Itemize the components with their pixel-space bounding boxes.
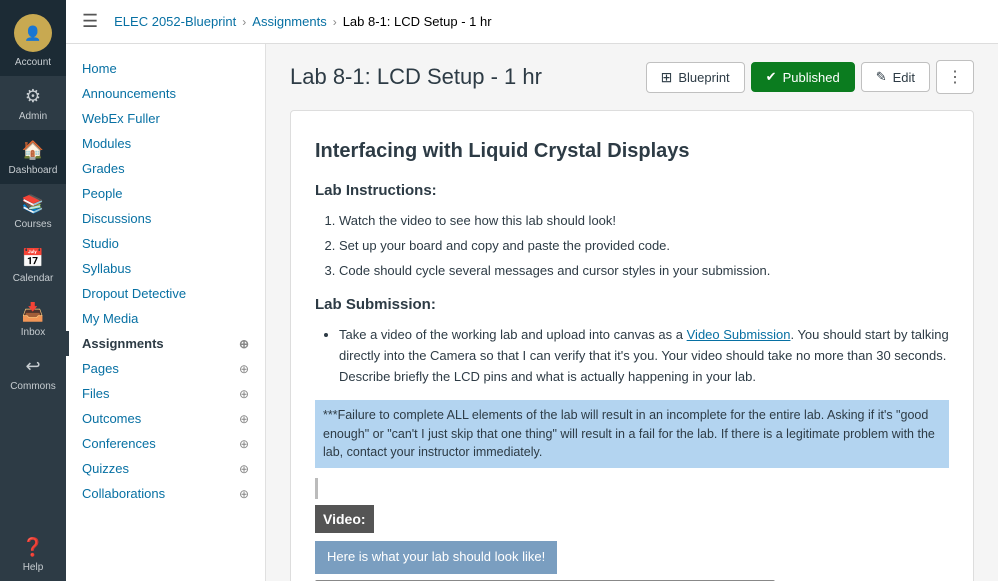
dashboard-icon: 🏠 xyxy=(21,138,45,162)
lab-step-2: Set up your board and copy and paste the… xyxy=(339,236,949,257)
edit-icon: ✎ xyxy=(876,69,887,85)
breadcrumb-sep-1: › xyxy=(242,15,246,29)
sidebar-label-account: Account xyxy=(15,57,51,68)
hamburger-icon[interactable]: ☰ xyxy=(82,11,98,32)
files-blueprint-icon: ⊕ xyxy=(239,387,249,401)
lab-step-1: Watch the video to see how this lab shou… xyxy=(339,211,949,232)
sidebar-item-account[interactable]: 👤 Account xyxy=(0,0,66,76)
nav-grades[interactable]: Grades xyxy=(66,156,265,181)
quizzes-blueprint-icon: ⊕ xyxy=(239,462,249,476)
outcomes-blueprint-icon: ⊕ xyxy=(239,412,249,426)
video-caption: Here is what your lab should look like! xyxy=(315,541,557,574)
video-submission-link[interactable]: Video Submission xyxy=(687,327,791,342)
nav-files[interactable]: Files ⊕ xyxy=(66,381,265,406)
video-section: Video: Here is what your lab should look… xyxy=(315,505,949,581)
breadcrumb-current: Lab 8-1: LCD Setup - 1 hr xyxy=(343,14,492,29)
breadcrumb: ELEC 2052-Blueprint › Assignments › Lab … xyxy=(114,14,491,29)
check-icon: ✔ xyxy=(766,69,777,85)
sidebar-label-help: Help xyxy=(23,562,44,573)
ellipsis-icon: ⋮ xyxy=(947,69,963,86)
content-wrapper: Home Announcements WebEx Fuller Modules … xyxy=(66,44,998,581)
sidebar-item-admin[interactable]: ⚙ Admin xyxy=(0,76,66,130)
content-card: Interfacing with Liquid Crystal Displays… xyxy=(290,110,974,581)
nav-collaborations[interactable]: Collaborations ⊕ xyxy=(66,481,265,506)
page-header: Lab 8-1: LCD Setup - 1 hr ⊞ Blueprint ✔ … xyxy=(290,60,974,94)
breadcrumb-sep-2: › xyxy=(333,15,337,29)
sidebar-item-calendar[interactable]: 📅 Calendar xyxy=(0,238,66,292)
pages-blueprint-icon: ⊕ xyxy=(239,362,249,376)
edit-button[interactable]: ✎ Edit xyxy=(861,62,930,92)
content-heading: Interfacing with Liquid Crystal Displays xyxy=(315,135,949,167)
blueprint-button[interactable]: ⊞ Blueprint xyxy=(646,62,745,93)
assignments-blueprint-icon: ⊕ xyxy=(239,337,249,351)
more-options-button[interactable]: ⋮ xyxy=(936,60,974,94)
breadcrumb-course[interactable]: ELEC 2052-Blueprint xyxy=(114,14,236,29)
nav-home[interactable]: Home xyxy=(66,56,265,81)
lab-submission-label: Lab Submission: xyxy=(315,293,949,317)
video-label: Video: xyxy=(315,505,374,533)
nav-dropout[interactable]: Dropout Detective xyxy=(66,281,265,306)
main-area: ☰ ELEC 2052-Blueprint › Assignments › La… xyxy=(66,0,998,581)
commons-icon: ↩ xyxy=(21,354,45,378)
top-nav: ☰ ELEC 2052-Blueprint › Assignments › La… xyxy=(66,0,998,44)
lab-instructions-label: Lab Instructions: xyxy=(315,179,949,203)
nav-assignments[interactable]: Assignments ⊕ xyxy=(66,331,265,356)
nav-syllabus[interactable]: Syllabus xyxy=(66,256,265,281)
nav-webex[interactable]: WebEx Fuller xyxy=(66,106,265,131)
sidebar-label-inbox: Inbox xyxy=(21,327,45,338)
help-icon: ❓ xyxy=(21,535,45,559)
sidebar-item-commons[interactable]: ↩ Commons xyxy=(0,346,66,400)
header-actions: ⊞ Blueprint ✔ Published ✎ Edit ⋮ xyxy=(646,60,974,94)
nav-quizzes[interactable]: Quizzes ⊕ xyxy=(66,456,265,481)
left-nav: Home Announcements WebEx Fuller Modules … xyxy=(66,44,266,581)
breadcrumb-section[interactable]: Assignments xyxy=(252,14,326,29)
nav-announcements[interactable]: Announcements xyxy=(66,81,265,106)
collaborations-blueprint-icon: ⊕ xyxy=(239,487,249,501)
cursor-block xyxy=(315,478,949,499)
nav-mymedia[interactable]: My Media xyxy=(66,306,265,331)
nav-conferences[interactable]: Conferences ⊕ xyxy=(66,431,265,456)
submission-item: Take a video of the working lab and uplo… xyxy=(339,325,949,387)
sidebar: 👤 Account ⚙ Admin 🏠 Dashboard 📚 Courses … xyxy=(0,0,66,581)
lab-steps: Watch the video to see how this lab shou… xyxy=(315,211,949,281)
warning-text: ***Failure to complete ALL elements of t… xyxy=(315,400,949,468)
nav-modules[interactable]: Modules xyxy=(66,131,265,156)
nav-outcomes[interactable]: Outcomes ⊕ xyxy=(66,406,265,431)
sidebar-label-dashboard: Dashboard xyxy=(9,165,58,176)
inbox-icon: 📥 xyxy=(21,300,45,324)
admin-icon: ⚙ xyxy=(21,84,45,108)
sidebar-label-commons: Commons xyxy=(10,381,56,392)
blueprint-icon: ⊞ xyxy=(661,69,673,86)
lab-step-3: Code should cycle several messages and c… xyxy=(339,261,949,282)
sidebar-item-dashboard[interactable]: 🏠 Dashboard xyxy=(0,130,66,184)
published-button[interactable]: ✔ Published xyxy=(751,62,855,92)
courses-icon: 📚 xyxy=(21,192,45,216)
submission-list: Take a video of the working lab and uplo… xyxy=(315,325,949,387)
page-content: Lab 8-1: LCD Setup - 1 hr ⊞ Blueprint ✔ … xyxy=(266,44,998,581)
sidebar-item-help[interactable]: ❓ Help xyxy=(0,527,66,581)
sidebar-label-admin: Admin xyxy=(19,111,47,122)
sidebar-label-calendar: Calendar xyxy=(13,273,54,284)
nav-pages[interactable]: Pages ⊕ xyxy=(66,356,265,381)
nav-discussions[interactable]: Discussions xyxy=(66,206,265,231)
nav-people[interactable]: People xyxy=(66,181,265,206)
sidebar-item-courses[interactable]: 📚 Courses xyxy=(0,184,66,238)
sidebar-label-courses: Courses xyxy=(14,219,51,230)
nav-studio[interactable]: Studio xyxy=(66,231,265,256)
page-title: Lab 8-1: LCD Setup - 1 hr xyxy=(290,64,542,90)
conferences-blueprint-icon: ⊕ xyxy=(239,437,249,451)
calendar-icon: 📅 xyxy=(21,246,45,270)
account-avatar: 👤 xyxy=(14,14,52,52)
sidebar-item-inbox[interactable]: 📥 Inbox xyxy=(0,292,66,346)
